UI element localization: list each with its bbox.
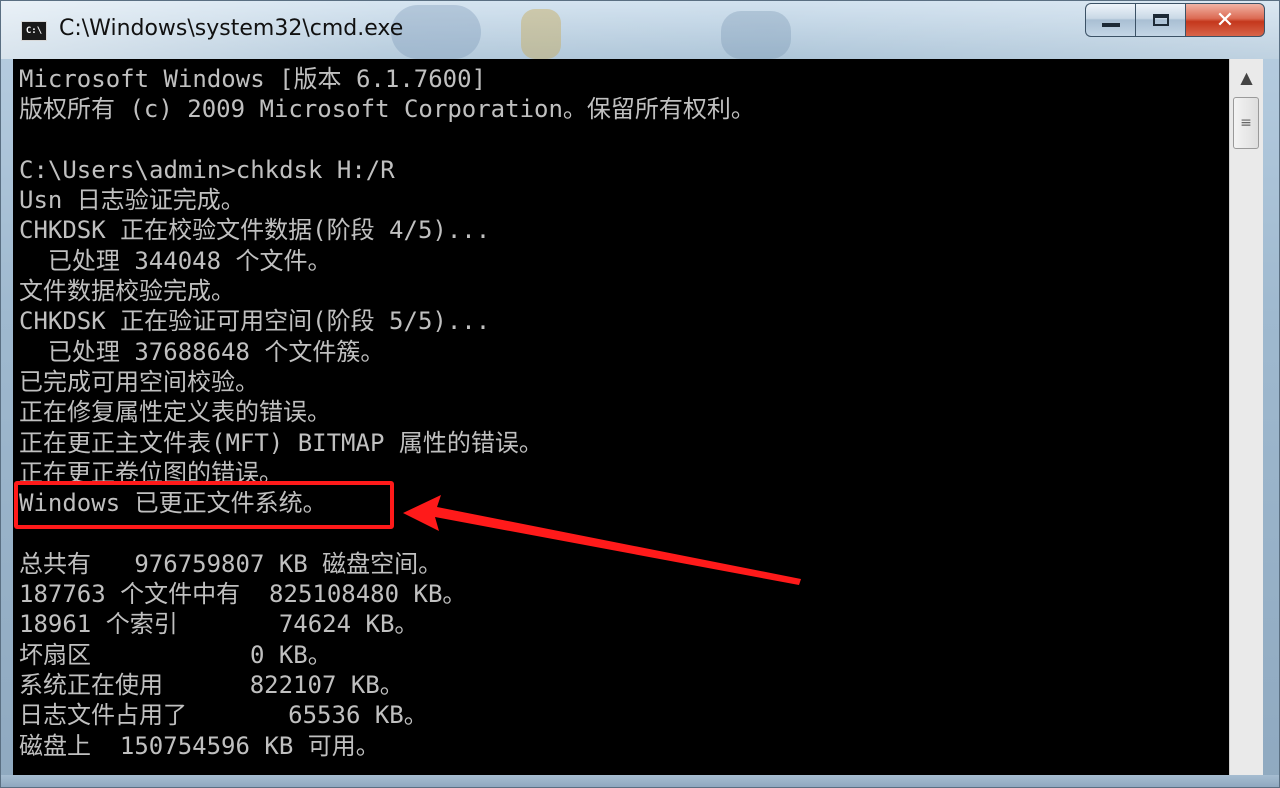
console-line: 磁盘上 150754596 KB 可用。: [19, 731, 380, 760]
console-output[interactable]: Microsoft Windows [版本 6.1.7600] 版权所有 (c) …: [13, 59, 1229, 775]
minimize-button[interactable]: [1085, 3, 1135, 37]
console-text: Microsoft Windows [版本 6.1.7600] 版权所有 (c) …: [19, 64, 755, 761]
console-line: 日志文件占用了 65536 KB。: [19, 701, 428, 730]
console-line: 版权所有 (c) 2009 Microsoft Corporation。保留所有…: [19, 95, 755, 124]
console-line: CHKDSK 正在验证可用空间(阶段 5/5)...: [19, 307, 491, 336]
scroll-thumb[interactable]: ≡: [1233, 97, 1259, 149]
window-bottom-border: [1, 775, 1279, 787]
annotation-highlight-box: [14, 481, 394, 529]
caption-buttons: ✕: [1085, 3, 1265, 37]
minimize-icon: [1101, 23, 1120, 27]
console-line: 已处理 37688648 个文件簇。: [19, 337, 385, 366]
annotation-arrow-icon: [403, 495, 801, 585]
cmd-app-icon[interactable]: C:\: [21, 21, 47, 41]
console-line: CHKDSK 正在校验文件数据(阶段 4/5)...: [19, 216, 491, 245]
console-line: C:\Users\admin>chkdsk H:/R: [19, 155, 395, 184]
console-line: 系统正在使用 822107 KB。: [19, 670, 404, 699]
console-line: 正在修复属性定义表的错误。: [19, 398, 331, 427]
console-line: Usn 日志验证完成。: [19, 186, 245, 215]
grip-icon: ≡: [1240, 115, 1252, 131]
maximize-icon: [1152, 14, 1169, 26]
close-icon: ✕: [1215, 7, 1235, 33]
console-line: Microsoft Windows [版本 6.1.7600]: [19, 65, 487, 93]
scroll-up-icon[interactable]: ▲: [1230, 59, 1263, 95]
console-line: 正在更正主文件表(MFT) BITMAP 属性的错误。: [19, 428, 543, 457]
console-line: 已完成可用空间校验。: [19, 367, 259, 396]
aero-glass-reflection: [391, 5, 481, 59]
maximize-button[interactable]: [1135, 3, 1185, 37]
console-line: 文件数据校验完成。: [19, 277, 235, 306]
aero-glass-reflection: [721, 11, 791, 59]
close-button[interactable]: ✕: [1185, 3, 1265, 37]
aero-glass-reflection: [521, 9, 561, 59]
console-line: 已处理 344048 个文件。: [19, 246, 332, 275]
cmd-window: C:\ C:\Windows\system32\cmd.exe ✕ Micros…: [0, 0, 1280, 788]
window-title: C:\Windows\system32\cmd.exe: [59, 16, 404, 41]
vertical-scrollbar[interactable]: ▲ ≡: [1229, 59, 1263, 775]
console-line: 坏扇区 0 KB。: [19, 640, 332, 669]
console-line: 18961 个索引 74624 KB。: [19, 610, 419, 639]
title-bar[interactable]: C:\ C:\Windows\system32\cmd.exe ✕: [1, 1, 1279, 59]
